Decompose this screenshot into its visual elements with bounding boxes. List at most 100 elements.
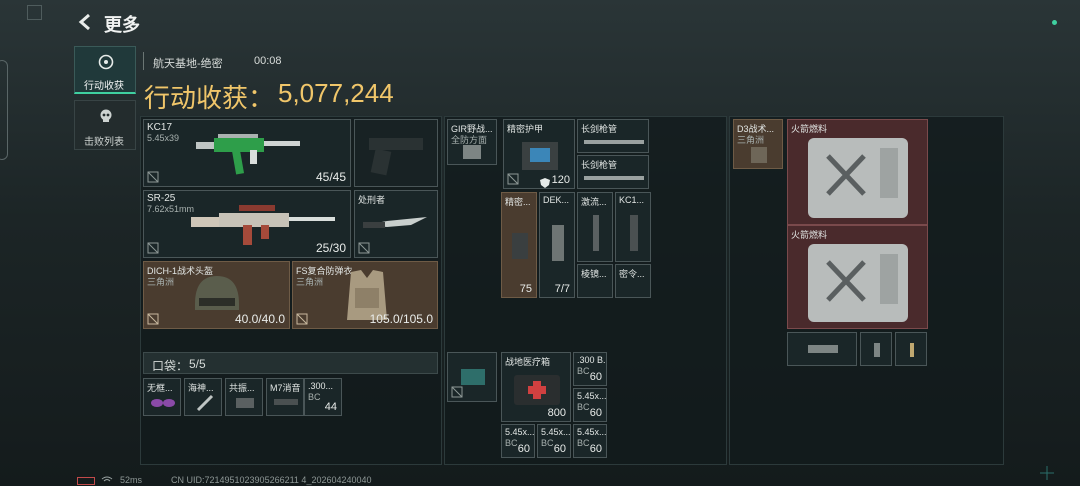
frame-toggle[interactable] bbox=[27, 5, 42, 20]
battery-icon bbox=[512, 233, 528, 259]
barrel-name: 长剑枪管 bbox=[581, 160, 618, 170]
kc1-name: KC1... bbox=[619, 195, 645, 205]
backpack-item-precise[interactable]: 精密... 75 bbox=[501, 192, 537, 298]
tab-kill-list-label: 击败列表 bbox=[84, 137, 124, 148]
helmet-slot[interactable]: DICH-1战术头盔 三角洲 40.0/40.0 bbox=[143, 261, 290, 329]
ammo-slot[interactable]: 5.45x... BC 60 bbox=[537, 424, 571, 458]
sr25-ammo: 7.62x51mm bbox=[147, 204, 195, 214]
armor-plate-name: 精密护甲 bbox=[507, 124, 544, 134]
dek-name: DEK... bbox=[543, 195, 570, 205]
scope-name: 棱镜... bbox=[581, 269, 607, 279]
secure-item-round[interactable] bbox=[895, 332, 927, 366]
laser-icon bbox=[593, 215, 599, 251]
dek-count: 7/7 bbox=[554, 283, 570, 295]
helmet-durability: 40.0/40.0 bbox=[234, 312, 285, 326]
no-insure-icon bbox=[147, 171, 159, 183]
backpack-item-dek[interactable]: DEK... 7/7 bbox=[539, 192, 575, 298]
secure-item-fuel[interactable]: 火箭燃料 bbox=[787, 225, 928, 329]
ammo-name: 5.45x... bbox=[505, 427, 535, 437]
ammo-slot[interactable]: .300 B... BC 60 bbox=[573, 352, 607, 386]
ammo-count: 60 bbox=[589, 371, 602, 383]
no-insure-icon bbox=[147, 242, 159, 254]
target-icon bbox=[98, 54, 114, 70]
backpack-item-barrel[interactable]: 长剑枪管 bbox=[577, 155, 649, 189]
plate-carrier-icon bbox=[522, 142, 558, 170]
ammo-name: 5.45x... bbox=[577, 391, 607, 401]
pocket-item[interactable]: M7消音 bbox=[266, 378, 304, 416]
back-arrow-icon bbox=[78, 13, 90, 31]
secure-item-d3[interactable]: D3战术... 三角洲 bbox=[733, 119, 783, 169]
backpack-item-cipher[interactable]: 密令... bbox=[615, 264, 651, 298]
ammo-sub: BC bbox=[577, 438, 590, 448]
rig-icon bbox=[463, 145, 481, 159]
cipher-name: 密令... bbox=[619, 269, 645, 279]
d3-icon bbox=[751, 147, 767, 163]
sr25-count: 25/30 bbox=[315, 241, 346, 255]
medkit-icon bbox=[514, 375, 560, 405]
armor-plate-count: 120 bbox=[551, 174, 570, 186]
armor-slot[interactable]: FS复合防弹衣 三角洲 105.0/105.0 bbox=[292, 261, 438, 329]
backpack-item-barrel[interactable]: 长剑枪管 bbox=[577, 119, 649, 153]
pocket-item[interactable]: .300... BC 44 bbox=[304, 378, 342, 416]
pocket-count: 5/5 bbox=[189, 357, 206, 371]
ammo-slot[interactable]: 5.45x... BC 60 bbox=[573, 424, 607, 458]
grip-icon bbox=[630, 215, 638, 251]
precise-count: 75 bbox=[519, 283, 532, 295]
tab-kill-list[interactable]: 击败列表 bbox=[74, 100, 136, 150]
armor-origin: 三角洲 bbox=[296, 277, 324, 287]
ammo-sub: BC bbox=[505, 438, 518, 448]
ammo-count: 60 bbox=[589, 407, 602, 419]
tab-action-gains[interactable]: 行动收获 bbox=[74, 46, 136, 94]
pocket-item-name: .300... bbox=[308, 381, 334, 391]
no-insure-icon bbox=[296, 313, 308, 325]
ammo-sub: BC bbox=[577, 402, 590, 412]
pocket-header: 口袋： 5/5 bbox=[143, 352, 438, 374]
stock-icon bbox=[808, 345, 838, 353]
ammo-name: 5.45x... bbox=[577, 427, 607, 437]
pocket-item[interactable]: 海神... bbox=[184, 378, 222, 416]
medbox-count: 800 bbox=[547, 407, 566, 419]
barrel-icon bbox=[584, 140, 644, 144]
medbox-slot[interactable]: 战地医疗箱 800 bbox=[501, 352, 571, 422]
ammo-slot[interactable]: 5.45x... BC 60 bbox=[573, 388, 607, 422]
ammo-slot[interactable]: 5.45x... BC 60 bbox=[501, 424, 535, 458]
ping: 52ms bbox=[120, 475, 143, 485]
precise-name: 精密... bbox=[505, 197, 531, 207]
pistol-slot[interactable] bbox=[354, 119, 438, 187]
kc17-count: 45/45 bbox=[315, 170, 346, 184]
jerrycan-icon bbox=[808, 244, 908, 322]
backpack-item-kc1[interactable]: KC1... bbox=[615, 192, 651, 262]
no-insure-icon bbox=[358, 242, 370, 254]
weapon-slot-kc17[interactable]: KC17 5.45x39 45/45 bbox=[143, 119, 351, 187]
pocket-item[interactable]: 共振... bbox=[225, 378, 263, 416]
secure-item-grip[interactable] bbox=[860, 332, 892, 366]
secure-item-fuel[interactable]: 火箭燃料 bbox=[787, 119, 928, 225]
rig2-slot[interactable] bbox=[447, 352, 497, 402]
jerrycan-icon bbox=[808, 138, 908, 218]
grip-icon bbox=[874, 343, 880, 357]
pocket-item[interactable]: 无框... bbox=[143, 378, 181, 416]
device-icon bbox=[236, 398, 254, 408]
gains-label: 行动收获： bbox=[144, 83, 275, 113]
pocket-item-sub: BC bbox=[308, 392, 321, 402]
ammo-count: 60 bbox=[589, 443, 602, 455]
glasses-icon bbox=[151, 399, 175, 407]
back-button[interactable]: 更多 bbox=[74, 9, 154, 35]
medbox-name: 战地医疗箱 bbox=[505, 357, 551, 367]
armor-durability: 105.0/105.0 bbox=[369, 312, 433, 326]
weapon-slot-sr25[interactable]: SR-25 7.62x51mm 25/30 bbox=[143, 190, 351, 258]
info-divider bbox=[143, 52, 144, 70]
pocket-item-count: 44 bbox=[324, 401, 337, 413]
secure-item-stock[interactable] bbox=[787, 332, 857, 366]
barrel-icon bbox=[584, 176, 644, 180]
wifi-icon bbox=[101, 476, 113, 482]
backpack-item-scope[interactable]: 棱镜... bbox=[577, 264, 613, 298]
tool-icon bbox=[196, 394, 214, 412]
melee-slot[interactable]: 处刑者 bbox=[354, 190, 438, 258]
suppressor-icon bbox=[274, 399, 298, 405]
ammo-sub: BC bbox=[577, 366, 590, 376]
rig-slot[interactable]: GIR野战... 全防方面 bbox=[447, 119, 497, 165]
backpack-item-armor-plate[interactable]: 精密护甲 120 bbox=[503, 119, 575, 189]
no-insure-icon bbox=[451, 386, 463, 398]
backpack-item-laser[interactable]: 激流... bbox=[577, 192, 613, 262]
